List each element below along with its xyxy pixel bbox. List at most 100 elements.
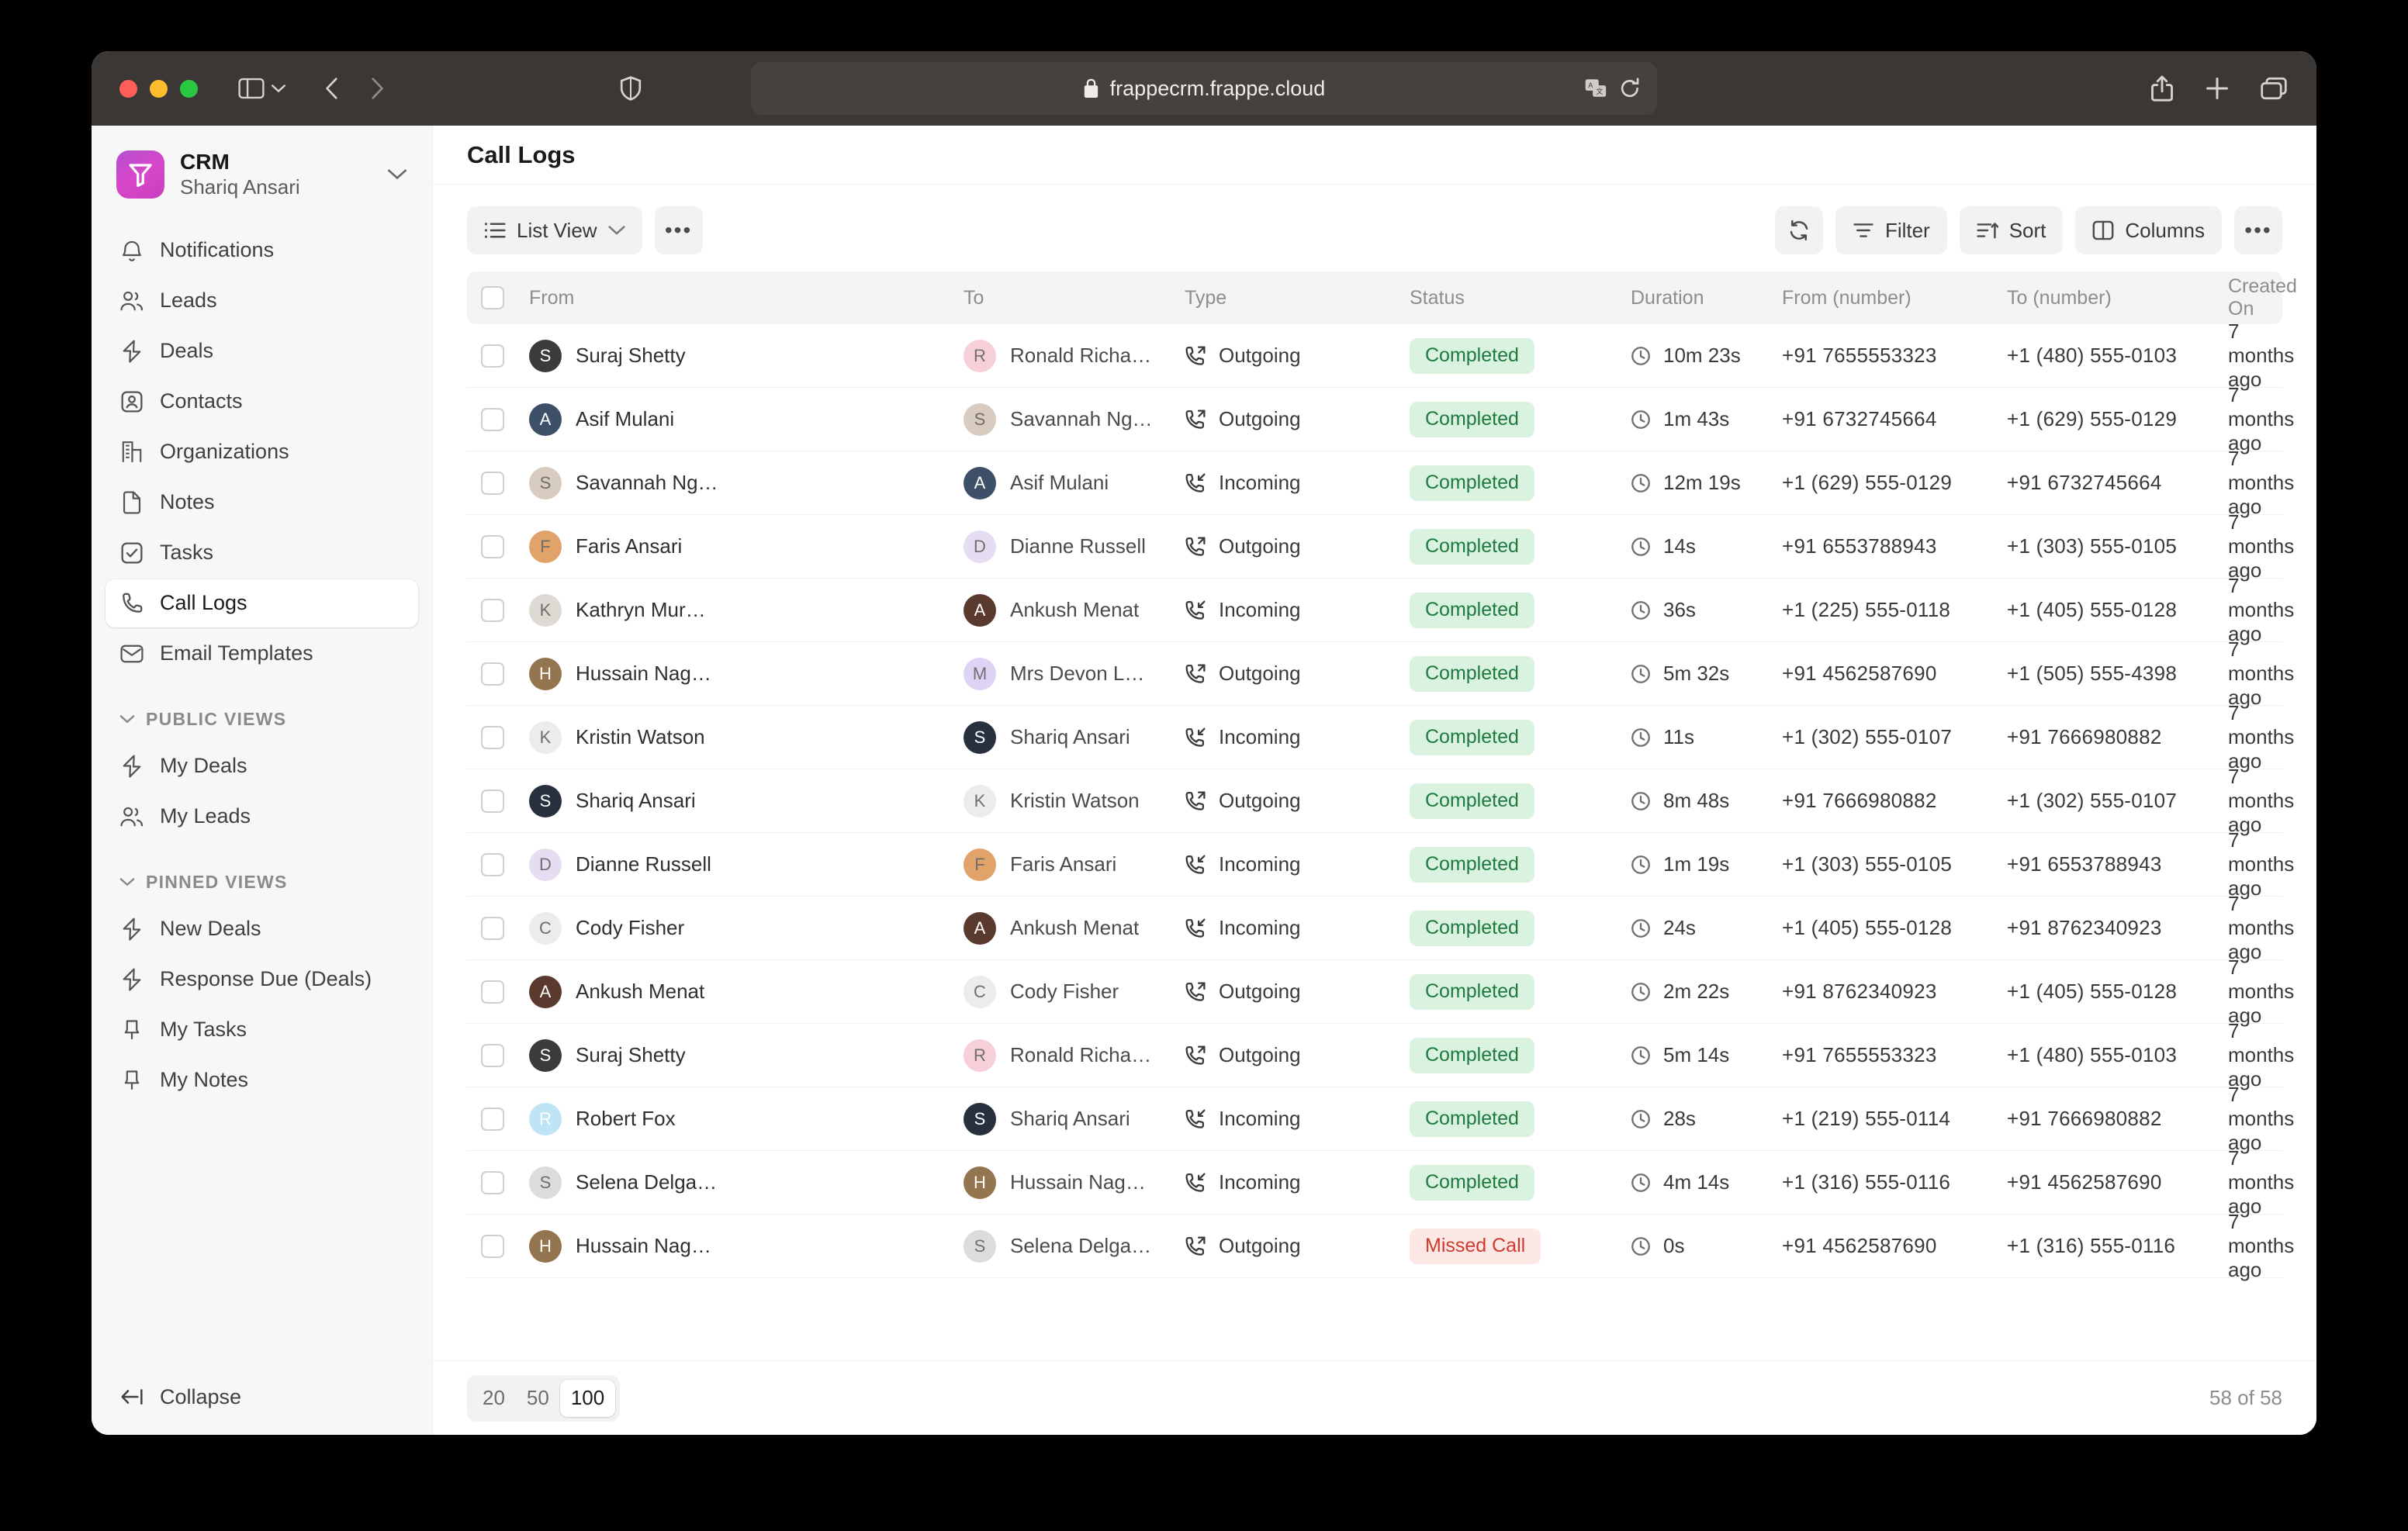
columns-button[interactable]: Columns: [2075, 206, 2222, 254]
column-header-type[interactable]: Type: [1185, 287, 1410, 309]
sidebar-item-tasks[interactable]: Tasks: [106, 529, 418, 577]
workspace-switcher[interactable]: CRM Shariq Ansari: [106, 140, 418, 209]
cell-from[interactable]: FFaris Ansari: [529, 530, 964, 563]
row-checkbox[interactable]: [481, 535, 529, 558]
table-row[interactable]: AAnkush MenatCCody FisherOutgoingComplet…: [467, 960, 2282, 1024]
table-row[interactable]: RRobert FoxSShariq AnsariIncomingComplet…: [467, 1087, 2282, 1151]
page-size-20[interactable]: 20: [472, 1380, 516, 1417]
row-checkbox[interactable]: [481, 1235, 529, 1258]
sidebar-item-my-leads[interactable]: My Leads: [106, 793, 418, 841]
column-header-status[interactable]: Status: [1410, 287, 1631, 309]
more-options-button[interactable]: •••: [2234, 206, 2282, 254]
column-header-from-number[interactable]: From (number): [1782, 287, 2007, 309]
column-header-duration[interactable]: Duration: [1631, 287, 1782, 309]
sidebar-item-contacts[interactable]: Contacts: [106, 378, 418, 426]
table-row[interactable]: DDianne RussellFFaris AnsariIncomingComp…: [467, 833, 2282, 897]
table-row[interactable]: KKathryn Mur…AAnkush MenatIncomingComple…: [467, 579, 2282, 642]
cell-to[interactable]: AAsif Mulani: [964, 467, 1185, 499]
cell-to[interactable]: DDianne Russell: [964, 530, 1185, 563]
row-checkbox[interactable]: [481, 1044, 529, 1067]
sidebar-item-new-deals[interactable]: New Deals: [106, 905, 418, 953]
row-checkbox[interactable]: [481, 790, 529, 813]
table-row[interactable]: KKristin WatsonSShariq AnsariIncomingCom…: [467, 706, 2282, 769]
plus-icon[interactable]: [2205, 67, 2230, 110]
sidebar-item-response-due-deals[interactable]: Response Due (Deals): [106, 956, 418, 1004]
row-checkbox[interactable]: [481, 726, 529, 749]
table-row[interactable]: HHussain Nag…MMrs Devon L…OutgoingComple…: [467, 642, 2282, 706]
view-selector-button[interactable]: List View: [467, 206, 642, 254]
close-window-button[interactable]: [119, 80, 137, 98]
cell-from[interactable]: KKristin Watson: [529, 721, 964, 754]
shield-icon[interactable]: [620, 67, 642, 110]
cell-from[interactable]: RRobert Fox: [529, 1103, 964, 1135]
column-header-from[interactable]: From: [529, 287, 964, 309]
page-size-selector[interactable]: 20 50 100: [467, 1375, 620, 1422]
translate-icon[interactable]: A 文: [1584, 78, 1607, 98]
table-row[interactable]: SSuraj ShettyRRonald Richa…OutgoingCompl…: [467, 324, 2282, 388]
cell-to[interactable]: KKristin Watson: [964, 785, 1185, 817]
table-row[interactable]: AAsif MulaniSSavannah Ng…OutgoingComplet…: [467, 388, 2282, 451]
table-row[interactable]: SSuraj ShettyRRonald Richa…OutgoingCompl…: [467, 1024, 2282, 1087]
cell-to[interactable]: SSelena Delga…: [964, 1230, 1185, 1263]
minimize-window-button[interactable]: [150, 80, 168, 98]
cell-to[interactable]: FFaris Ansari: [964, 848, 1185, 881]
cell-from[interactable]: HHussain Nag…: [529, 1230, 964, 1263]
row-checkbox[interactable]: [481, 662, 529, 686]
row-checkbox[interactable]: [481, 980, 529, 1004]
table-row[interactable]: SShariq AnsariKKristin WatsonOutgoingCom…: [467, 769, 2282, 833]
sidebar-chevron-down-icon[interactable]: [271, 67, 286, 110]
page-size-50[interactable]: 50: [516, 1380, 560, 1417]
cell-to[interactable]: SSavannah Ng…: [964, 403, 1185, 436]
cell-from[interactable]: SSavannah Ng…: [529, 467, 964, 499]
view-options-button[interactable]: •••: [655, 206, 703, 254]
row-checkbox[interactable]: [481, 472, 529, 495]
address-bar[interactable]: frappecrm.frappe.cloud A 文: [751, 62, 1657, 115]
filter-button[interactable]: Filter: [1835, 206, 1947, 254]
collapse-sidebar-button[interactable]: Collapse: [106, 1373, 419, 1421]
cell-to[interactable]: AAnkush Menat: [964, 594, 1185, 627]
sidebar-item-organizations[interactable]: Organizations: [106, 428, 418, 476]
column-header-created-on[interactable]: Created On: [2228, 275, 2268, 320]
forward-arrow-icon[interactable]: [367, 67, 387, 110]
chevron-down-icon[interactable]: [387, 168, 407, 181]
cell-from[interactable]: CCody Fisher: [529, 912, 964, 945]
row-checkbox[interactable]: [481, 1108, 529, 1131]
back-arrow-icon[interactable]: [322, 67, 342, 110]
cell-from[interactable]: DDianne Russell: [529, 848, 964, 881]
sort-button[interactable]: Sort: [1960, 206, 2064, 254]
tab-overview-icon[interactable]: [2261, 67, 2287, 110]
maximize-window-button[interactable]: [180, 80, 198, 98]
table-row[interactable]: SSavannah Ng…AAsif MulaniIncomingComplet…: [467, 451, 2282, 515]
sidebar-item-my-notes[interactable]: My Notes: [106, 1056, 418, 1104]
row-checkbox[interactable]: [481, 917, 529, 940]
cell-from[interactable]: AAnkush Menat: [529, 976, 964, 1008]
cell-from[interactable]: SSuraj Shetty: [529, 340, 964, 372]
sidebar-item-my-deals[interactable]: My Deals: [106, 742, 418, 790]
sidebar-item-deals[interactable]: Deals: [106, 327, 418, 375]
row-checkbox[interactable]: [481, 853, 529, 876]
cell-to[interactable]: HHussain Nag…: [964, 1166, 1185, 1199]
table-row[interactable]: SSelena Delga…HHussain Nag…IncomingCompl…: [467, 1151, 2282, 1215]
cell-from[interactable]: HHussain Nag…: [529, 658, 964, 690]
cell-from[interactable]: KKathryn Mur…: [529, 594, 964, 627]
reload-icon[interactable]: [1620, 78, 1640, 99]
section-header-public-views[interactable]: PUBLIC VIEWS: [106, 697, 418, 742]
table-row[interactable]: HHussain Nag…SSelena Delga…OutgoingMisse…: [467, 1215, 2282, 1278]
cell-to[interactable]: AAnkush Menat: [964, 912, 1185, 945]
sidebar-item-my-tasks[interactable]: My Tasks: [106, 1006, 418, 1054]
sidebar-item-notes[interactable]: Notes: [106, 479, 418, 527]
select-all-checkbox[interactable]: [481, 286, 529, 309]
cell-from[interactable]: SShariq Ansari: [529, 785, 964, 817]
cell-to[interactable]: RRonald Richa…: [964, 1039, 1185, 1072]
row-checkbox[interactable]: [481, 408, 529, 431]
row-checkbox[interactable]: [481, 1171, 529, 1194]
column-header-to-number[interactable]: To (number): [2007, 287, 2228, 309]
cell-to[interactable]: SShariq Ansari: [964, 1103, 1185, 1135]
cell-to[interactable]: MMrs Devon L…: [964, 658, 1185, 690]
refresh-button[interactable]: [1775, 206, 1823, 254]
cell-to[interactable]: RRonald Richa…: [964, 340, 1185, 372]
cell-from[interactable]: SSelena Delga…: [529, 1166, 964, 1199]
table-row[interactable]: FFaris AnsariDDianne RussellOutgoingComp…: [467, 515, 2282, 579]
cell-from[interactable]: AAsif Mulani: [529, 403, 964, 436]
section-header-pinned-views[interactable]: PINNED VIEWS: [106, 860, 418, 905]
